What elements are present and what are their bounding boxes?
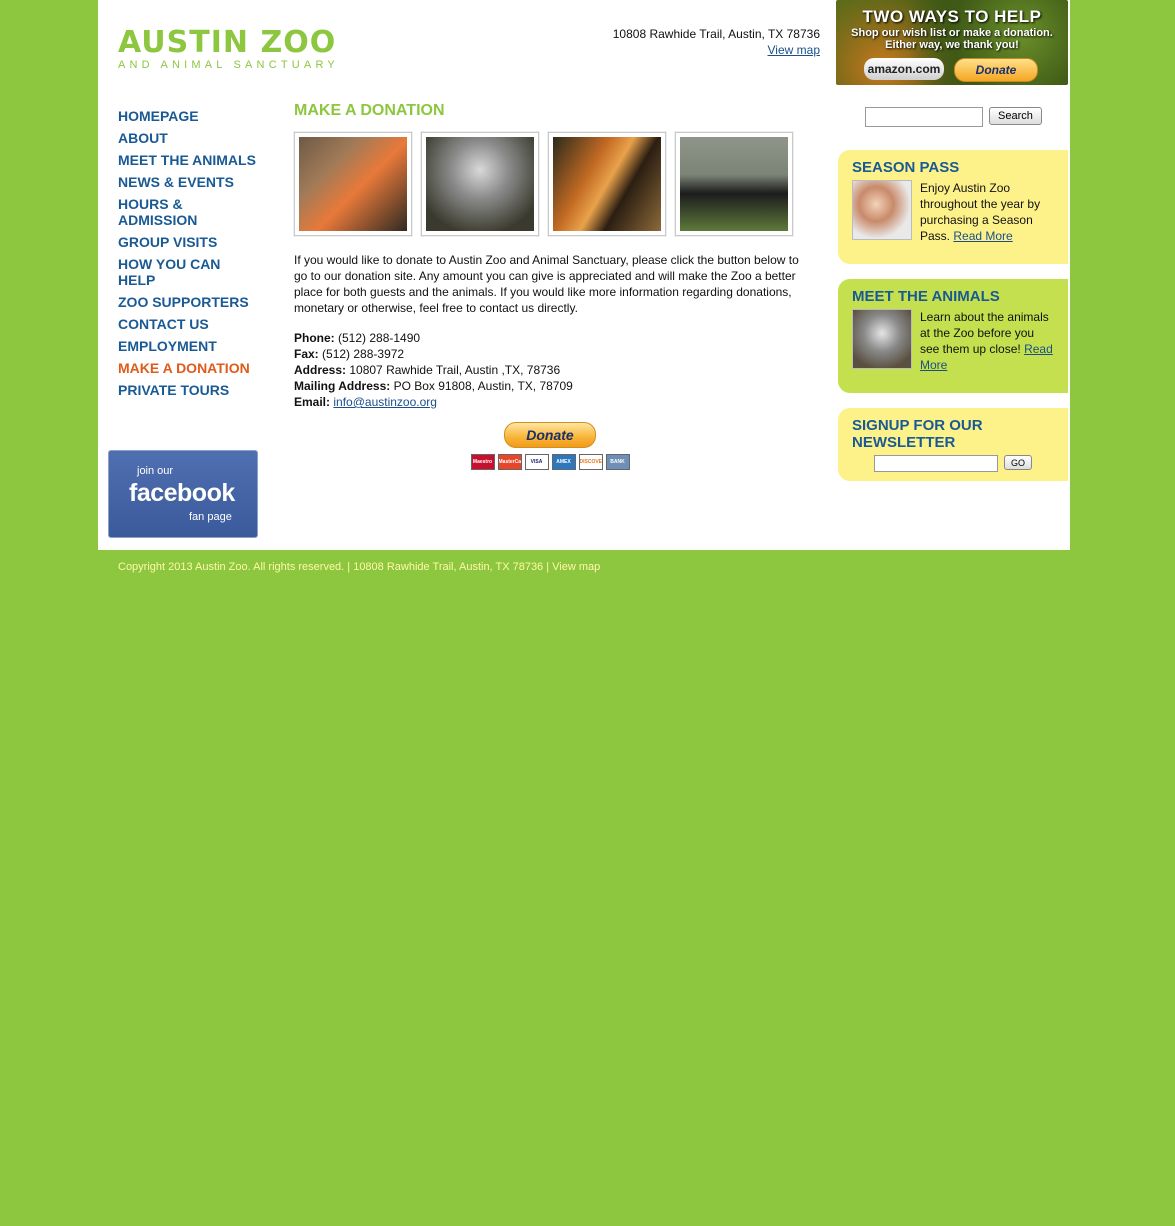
newsletter-title: SIGNUP FOR OUR NEWSLETTER [852,417,983,451]
meet-animals-box: MEET THE ANIMALS Learn about the animals… [838,279,1068,393]
mailing-label: Mailing Address: [294,379,391,393]
nav-group-visits[interactable]: GROUP VISITS [118,234,278,250]
visa-icon: VISA [524,454,549,470]
nav-contact-us[interactable]: CONTACT US [118,316,278,332]
fax-label: Fax: [294,347,319,361]
photo-child-goats[interactable] [294,132,412,236]
page-container: AUSTIN ZOO AND ANIMAL SANCTUARY 10808 Ra… [98,0,1070,550]
amex-icon: AMEX [551,454,576,470]
nav-about[interactable]: ABOUT [118,130,278,146]
nav-homepage[interactable]: HOMEPAGE [118,108,278,124]
contact-fax: Fax: (512) 288-3972 [294,346,806,362]
logo-title: AUSTIN ZOO [118,25,337,60]
photo-tiger[interactable] [548,132,666,236]
header-address: 10808 Rawhide Trail, Austin, TX 78736 [612,27,820,41]
search-input[interactable] [865,107,983,127]
nav-how-you-can-help[interactable]: HOW YOU CAN HELP [118,256,228,288]
email-link[interactable]: info@austinzoo.org [333,395,437,409]
logo-subtitle: AND ANIMAL SANCTUARY [118,59,339,71]
header-address-block: 10808 Rawhide Trail, Austin, TX 78736 Vi… [613,26,820,58]
fax-value: (512) 288-3972 [322,347,405,361]
site-logo[interactable]: AUSTIN ZOO AND ANIMAL SANCTUARY [118,25,339,72]
search-button[interactable]: Search [989,107,1042,125]
season-pass-photo[interactable] [852,180,912,240]
address-label: Address: [294,363,347,377]
maestro-card-icon: Maestro [470,454,495,470]
contact-mailing-address: Mailing Address: PO Box 91808, Austin, T… [294,378,806,394]
mastercard-icon: MasterCard [497,454,522,470]
paypal-donate-button[interactable]: Donate [504,422,596,448]
facebook-fan-page-badge[interactable]: join our facebook fan page [108,450,258,538]
photo-gallery [294,132,806,236]
nav-make-a-donation[interactable]: MAKE A DONATION [118,360,278,376]
bank-icon: BANK [605,454,630,470]
contact-address: Address: 10807 Rawhide Trail, Austin ,TX… [294,362,806,378]
nav-hours-admission[interactable]: HOURS & ADMISSION [118,196,208,228]
header-view-map-link[interactable]: View map [768,43,820,57]
address-value: 10807 Rawhide Trail, Austin ,TX, 78736 [349,363,561,377]
discover-icon: DISCOVER [578,454,603,470]
facebook-fan-text: fan page [189,511,232,523]
footer-text: Copyright 2013 Austin Zoo. All rights re… [118,561,601,573]
newsletter-email-input[interactable] [873,455,998,472]
nav-meet-the-animals[interactable]: MEET THE ANIMALS [118,152,278,168]
photo-lemur[interactable] [421,132,539,236]
facebook-join-text: join our [137,465,174,477]
meet-animals-photo[interactable] [852,309,912,369]
facebook-logo-text: facebook [129,479,235,507]
donation-intro-text: If you would like to donate to Austin Zo… [294,253,799,315]
help-banner-line1: Shop our wish list or make a donation. [851,27,1053,39]
banner-donate-button[interactable]: Donate [954,58,1038,82]
page-title: MAKE A DONATION [294,102,445,119]
season-pass-read-more-link[interactable]: Read More [953,229,1012,243]
help-banner-title: TWO WAYS TO HELP [862,7,1042,26]
phone-value: (512) 288-1490 [338,331,421,345]
nav-private-tours[interactable]: PRIVATE TOURS [118,382,278,398]
phone-label: Phone: [294,331,335,345]
nav-zoo-supporters[interactable]: ZOO SUPPORTERS [118,294,278,310]
search-bar: Search [865,107,1042,127]
help-banner-line2: Either way, we thank you! [885,39,1019,51]
two-ways-to-help-banner[interactable]: TWO WAYS TO HELP Shop our wish list or m… [836,0,1068,85]
donate-area: Donate Maestro MasterCard VISA AMEX DISC… [294,422,806,470]
meet-animals-title: MEET THE ANIMALS [852,288,1000,305]
contact-phone: Phone: (512) 288-1490 [294,330,806,346]
main-nav: HOMEPAGE ABOUT MEET THE ANIMALS NEWS & E… [118,108,278,404]
newsletter-box: SIGNUP FOR OUR NEWSLETTER GO [838,408,1068,481]
nav-news-events[interactable]: NEWS & EVENTS [118,174,278,190]
email-label: Email: [294,395,331,409]
main-content: MAKE A DONATION If you would like to don… [294,100,806,470]
contact-email: Email: info@austinzoo.org [294,394,806,410]
photo-bear[interactable] [675,132,793,236]
season-pass-title: SEASON PASS [852,159,960,176]
mailing-value: PO Box 91808, Austin, TX, 78709 [393,379,573,393]
newsletter-go-button[interactable]: GO [1003,455,1032,470]
payment-cards: Maestro MasterCard VISA AMEX DISCOVER BA… [294,454,806,470]
season-pass-box: SEASON PASS Enjoy Austin Zoo throughout … [838,150,1068,264]
nav-employment[interactable]: EMPLOYMENT [118,338,278,354]
amazon-wishlist-button[interactable]: amazon.com [864,58,944,80]
